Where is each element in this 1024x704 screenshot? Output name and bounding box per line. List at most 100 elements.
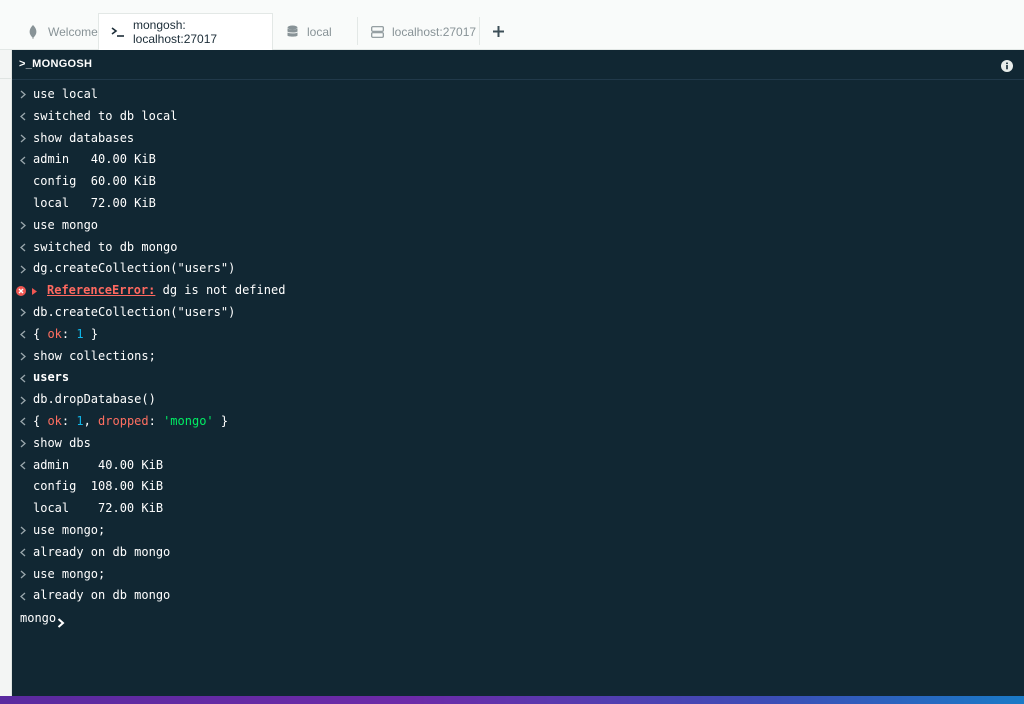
output-chevron-icon (16, 237, 30, 259)
command-text: use mongo (33, 217, 99, 232)
line-text: local 72.00 KiB (33, 193, 156, 215)
line-text: use mongo; (33, 520, 105, 542)
error-message: dg is not defined (155, 283, 286, 298)
output-text: config 108.00 KiB (33, 479, 164, 494)
line-text: db.createCollection("users") (33, 302, 235, 324)
prompt-db-name: mongo (20, 611, 57, 626)
input-chevron-icon (16, 389, 30, 411)
command-text: db.createCollection("users") (33, 304, 236, 319)
output-token: } (83, 326, 99, 341)
object-key: dropped (98, 413, 149, 428)
collection-name: users (33, 370, 70, 385)
line-text: config 108.00 KiB (33, 476, 163, 498)
input-chevron-icon (16, 520, 30, 542)
shell-prompt[interactable]: mongo (12, 607, 1024, 630)
line-text: use local (33, 84, 98, 106)
command-text: dg.createCollection("users") (33, 261, 236, 276)
mongosh-shell[interactable]: >_MONGOSH use local switched to db local s… (12, 50, 1024, 696)
add-tab-button[interactable] (489, 22, 507, 40)
shell-command-input[interactable] (72, 609, 1016, 630)
input-chevron-icon (16, 564, 30, 586)
object-key: ok (47, 413, 62, 428)
command-text: use local (33, 87, 99, 101)
database-icon (285, 25, 299, 39)
output-token: } (213, 413, 229, 428)
output-chevron-icon (16, 106, 30, 128)
output-chevron-icon (16, 367, 30, 389)
divider (0, 78, 12, 79)
output-text: admin 40.00 KiB (33, 152, 156, 167)
tab-mongosh[interactable]: mongosh: localhost:27017 (98, 13, 273, 51)
tab-bar: Welcome mongosh: localhost:27017 local l… (0, 0, 1024, 51)
shell-input-line: use mongo; (12, 564, 1024, 586)
prompt-chevron-icon (57, 613, 65, 628)
shell-input-line: use local (12, 84, 1024, 106)
shell-input-line: db.dropDatabase() (12, 389, 1024, 411)
output-text: already on db mongo (33, 588, 171, 603)
command-text: show collections; (33, 348, 156, 363)
tab-label: local (307, 24, 332, 39)
input-chevron-icon (16, 258, 30, 280)
output-text: local 72.00 KiB (33, 195, 156, 210)
shell-output-line: users (12, 367, 1024, 389)
leaf-icon (26, 24, 40, 39)
command-text: use mongo; (33, 522, 106, 537)
plus-icon (492, 25, 504, 37)
line-text: show collections; (33, 346, 156, 368)
info-icon[interactable] (1001, 59, 1013, 72)
shell-output-line: local 72.00 KiB (12, 498, 1024, 520)
output-token: , (83, 413, 99, 428)
tab-label: mongosh: localhost:27017 (133, 18, 218, 46)
command-text: show databases (33, 130, 135, 145)
command-text: use mongo; (33, 566, 106, 581)
input-chevron-icon (16, 302, 30, 324)
tab-localhost[interactable]: localhost:27017 (358, 13, 488, 50)
continuation-gutter (16, 193, 30, 215)
shell-input-line: db.createCollection("users") (12, 302, 1024, 324)
continuation-gutter (16, 476, 30, 498)
line-text: { ok: 1, dropped: 'mongo' } (33, 411, 228, 433)
shell-error-line: ReferenceError: dg is not defined (12, 280, 1024, 302)
output-token: { (33, 413, 48, 428)
output-text: already on db mongo (33, 544, 171, 559)
object-value: 1 (76, 413, 84, 428)
object-value: 1 (76, 326, 84, 341)
line-text: show dbs (33, 433, 91, 455)
tab-divider (479, 17, 480, 45)
shell-input-line: show dbs (12, 433, 1024, 455)
tab-label: Welcome (48, 24, 98, 39)
line-text: dg.createCollection("users") (33, 258, 235, 280)
server-icon (370, 25, 384, 39)
window-bottom-bar (0, 696, 1024, 704)
tab-label: localhost:27017 (392, 24, 477, 39)
command-text: db.dropDatabase() (33, 392, 156, 407)
command-text: show dbs (33, 435, 91, 450)
line-text: already on db mongo (33, 585, 170, 607)
error-icon (16, 280, 42, 302)
shell-output-line: switched to db mongo (12, 237, 1024, 259)
line-text: users (33, 367, 69, 389)
output-chevron-icon (16, 455, 30, 477)
output-text: admin 40.00 KiB (33, 457, 164, 472)
input-chevron-icon (16, 215, 30, 237)
output-chevron-icon (16, 542, 30, 564)
shell-output-line: { ok: 1 } (12, 324, 1024, 346)
output-token: : (61, 326, 77, 341)
shell-input-line: show collections; (12, 346, 1024, 368)
line-text: use mongo; (33, 564, 105, 586)
left-sidebar-edge (0, 50, 12, 696)
output-text: switched to db mongo (33, 239, 178, 254)
line-text: switched to db local (33, 106, 178, 128)
tab-welcome[interactable]: Welcome (14, 13, 110, 50)
output-chevron-icon (16, 411, 30, 433)
tab-local[interactable]: local (273, 13, 344, 50)
line-text: config 60.00 KiB (33, 171, 156, 193)
line-text: use mongo (33, 215, 98, 237)
line-text: admin 40.00 KiB (33, 149, 156, 171)
output-chevron-icon (16, 149, 30, 171)
object-value: 'mongo' (163, 413, 214, 428)
output-token: : (148, 413, 164, 428)
shell-output-line: config 60.00 KiB (12, 171, 1024, 193)
object-key: ok (47, 326, 62, 341)
line-text: admin 40.00 KiB (33, 455, 163, 477)
